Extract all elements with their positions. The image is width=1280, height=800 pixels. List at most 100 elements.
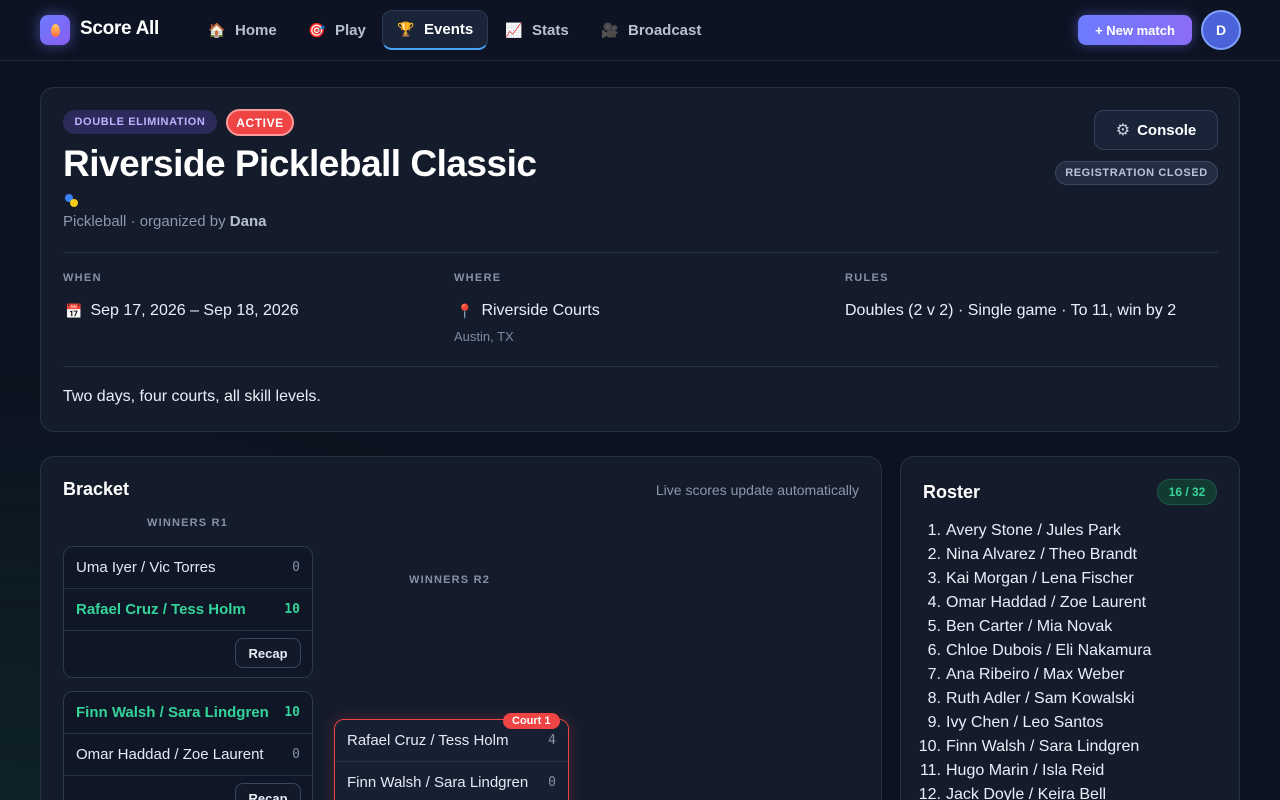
team-name: Finn Walsh / Sara Lindgren bbox=[946, 738, 1140, 755]
when-value: Sep 17, 2026 – Sep 18, 2026 bbox=[90, 302, 299, 319]
chart-icon: 📈 bbox=[505, 21, 523, 38]
nav-item-label: Events bbox=[424, 21, 474, 38]
team-name: Uma Iyer / Vic Torres bbox=[76, 559, 216, 576]
trophy-icon: 🏆 bbox=[397, 21, 415, 37]
list-item: 3. Kai Morgan / Lena Fischer bbox=[927, 570, 1134, 587]
when-label: WHEN bbox=[63, 272, 102, 284]
where-sub: Austin, TX bbox=[454, 329, 514, 344]
bracket-match[interactable]: Uma Iyer / Vic Torres 0 Rafael Cruz / Te… bbox=[63, 546, 313, 678]
organizer-name: Dana bbox=[229, 213, 267, 230]
calendar-icon: 📅 bbox=[65, 302, 83, 319]
bracket-title: Bracket bbox=[63, 479, 130, 499]
event-description: Two days, four courts, all skill levels. bbox=[63, 388, 321, 405]
nav-item-label: Play bbox=[335, 21, 366, 39]
match-team-row: Uma Iyer / Vic Torres 0 bbox=[64, 547, 312, 588]
team-name: Ana Ribeiro / Max Weber bbox=[946, 666, 1125, 683]
divider bbox=[64, 630, 312, 631]
roster-panel: Roster 16 / 32 1. Avery Stone / Jules Par… bbox=[900, 456, 1240, 800]
page-title: Riverside Pickleball Classic bbox=[63, 143, 537, 184]
sport-name: Pickleball bbox=[63, 213, 127, 230]
roster-list: 1. Avery Stone / Jules Park 2. Nina Alvare… bbox=[915, 519, 1152, 800]
bracket-match[interactable]: Finn Walsh / Sara Lindgren 10 Omar Hadda… bbox=[63, 691, 313, 800]
team-name: Rafael Cruz / Tess Holm bbox=[76, 601, 246, 618]
team-name: Rafael Cruz / Tess Holm bbox=[347, 732, 509, 749]
format-badge: DOUBLE ELIMINATION bbox=[63, 110, 217, 134]
roster-title: Roster bbox=[923, 482, 981, 502]
list-item: 5. Ben Carter / Mia Novak bbox=[927, 618, 1113, 635]
list-item: 2. Nina Alvarez / Theo Brandt bbox=[927, 546, 1137, 563]
team-name: Ivy Chen / Leo Santos bbox=[946, 714, 1104, 731]
registration-status-badge: REGISTRATION CLOSED bbox=[1055, 161, 1218, 185]
avatar[interactable]: D bbox=[1201, 10, 1241, 50]
team-name: Kai Morgan / Lena Fischer bbox=[946, 570, 1134, 587]
list-item: 10. Finn Walsh / Sara Lindgren bbox=[918, 738, 1140, 755]
location-pin-icon: 📍 bbox=[456, 302, 474, 319]
console-button[interactable]: ⚙ Console bbox=[1094, 110, 1218, 150]
match-team-row-winner: Finn Walsh / Sara Lindgren 10 bbox=[64, 692, 312, 733]
when-value-row: 📅 Sep 17, 2026 – Sep 18, 2026 bbox=[65, 302, 299, 320]
team-name: Omar Haddad / Zoe Laurent bbox=[946, 594, 1147, 611]
match-team-row: Finn Walsh / Sara Lindgren 0 bbox=[335, 762, 568, 800]
nav-item-label: Home bbox=[235, 21, 277, 39]
nav-item-home[interactable]: 🏠 Home bbox=[194, 10, 291, 50]
bracket-live-note: Live scores update automatically bbox=[655, 482, 859, 498]
nav-item-play[interactable]: 🎯 Play bbox=[294, 10, 380, 50]
recap-button[interactable]: Recap bbox=[235, 783, 301, 800]
list-item: 4. Omar Haddad / Zoe Laurent bbox=[927, 594, 1147, 611]
team-name: Ben Carter / Mia Novak bbox=[946, 618, 1113, 635]
divider bbox=[64, 775, 312, 776]
team-name: Ruth Adler / Sam Kowalski bbox=[946, 690, 1135, 707]
team-name: Jack Doyle / Keira Bell bbox=[946, 786, 1107, 800]
nav-item-stats[interactable]: 📈 Stats bbox=[491, 10, 583, 50]
new-match-button[interactable]: + New match bbox=[1078, 15, 1192, 45]
team-score: 4 bbox=[548, 733, 556, 748]
divider bbox=[63, 252, 1218, 253]
gear-icon: ⚙ bbox=[1115, 122, 1131, 139]
status-badge: ACTIVE bbox=[226, 109, 294, 136]
divider bbox=[63, 366, 1218, 367]
list-item: 6. Chloe Dubois / Eli Nakamura bbox=[927, 642, 1152, 659]
match-team-row: Omar Haddad / Zoe Laurent 0 bbox=[64, 734, 312, 775]
nav-item-broadcast[interactable]: 🎥 Broadcast bbox=[587, 10, 715, 50]
team-score: 0 bbox=[292, 747, 300, 762]
list-item: 9. Ivy Chen / Leo Santos bbox=[927, 714, 1104, 731]
rules-value: Doubles (2 v 2) · Single game · To 11, w… bbox=[845, 302, 1177, 319]
event-subtitle: Pickleball · organized by Dana bbox=[63, 213, 267, 230]
team-name: Finn Walsh / Sara Lindgren bbox=[76, 704, 269, 721]
target-icon: 🎯 bbox=[308, 21, 326, 38]
round-label: WINNERS R1 bbox=[147, 517, 229, 529]
list-item: 1. Avery Stone / Jules Park bbox=[927, 522, 1121, 539]
top-navbar: Score All 🏠 Home 🎯 Play 🏆 Events 📈 Stats… bbox=[0, 0, 1280, 61]
roster-count-badge: 16 / 32 bbox=[1157, 479, 1217, 505]
match-team-row-winner: Rafael Cruz / Tess Holm 10 bbox=[64, 589, 312, 630]
team-name: Hugo Marin / Isla Reid bbox=[946, 762, 1105, 779]
list-item: 11. Hugo Marin / Isla Reid bbox=[919, 762, 1105, 779]
where-value: Riverside Courts bbox=[481, 302, 600, 319]
camera-icon: 🎥 bbox=[601, 21, 619, 38]
app-logo-icon[interactable] bbox=[40, 15, 70, 45]
list-item: 12. Jack Doyle / Keira Bell bbox=[915, 783, 1151, 800]
team-score: 0 bbox=[548, 775, 556, 790]
event-header-card: DOUBLE ELIMINATION ACTIVE Riverside Pick… bbox=[40, 87, 1240, 432]
round-label: WINNERS R2 bbox=[409, 574, 491, 586]
team-score: 10 bbox=[284, 705, 300, 720]
where-label: WHERE bbox=[454, 272, 502, 284]
team-name: Avery Stone / Jules Park bbox=[946, 522, 1121, 539]
rules-label: RULES bbox=[845, 272, 889, 284]
list-item: 8. Ruth Adler / Sam Kowalski bbox=[927, 690, 1135, 707]
brand-name[interactable]: Score All bbox=[80, 18, 159, 40]
organized-by-text: organized by bbox=[139, 213, 226, 230]
home-icon: 🏠 bbox=[208, 21, 226, 38]
team-name: Omar Haddad / Zoe Laurent bbox=[76, 746, 264, 763]
nav-item-events[interactable]: 🏆 Events bbox=[382, 10, 489, 50]
team-score: 0 bbox=[292, 560, 300, 575]
pickleball-icon bbox=[65, 194, 79, 208]
bracket-match-live[interactable]: Rafael Cruz / Tess Holm 4 Finn Walsh / S… bbox=[334, 719, 569, 800]
team-name: Chloe Dubois / Eli Nakamura bbox=[946, 642, 1152, 659]
recap-button[interactable]: Recap bbox=[235, 638, 301, 668]
console-label: Console bbox=[1137, 121, 1197, 139]
team-score: 10 bbox=[284, 602, 300, 617]
court-badge: Court 1 bbox=[503, 713, 560, 729]
where-value-row: 📍 Riverside Courts bbox=[456, 302, 600, 320]
bracket-panel: Bracket Live scores update automatically… bbox=[40, 456, 882, 800]
